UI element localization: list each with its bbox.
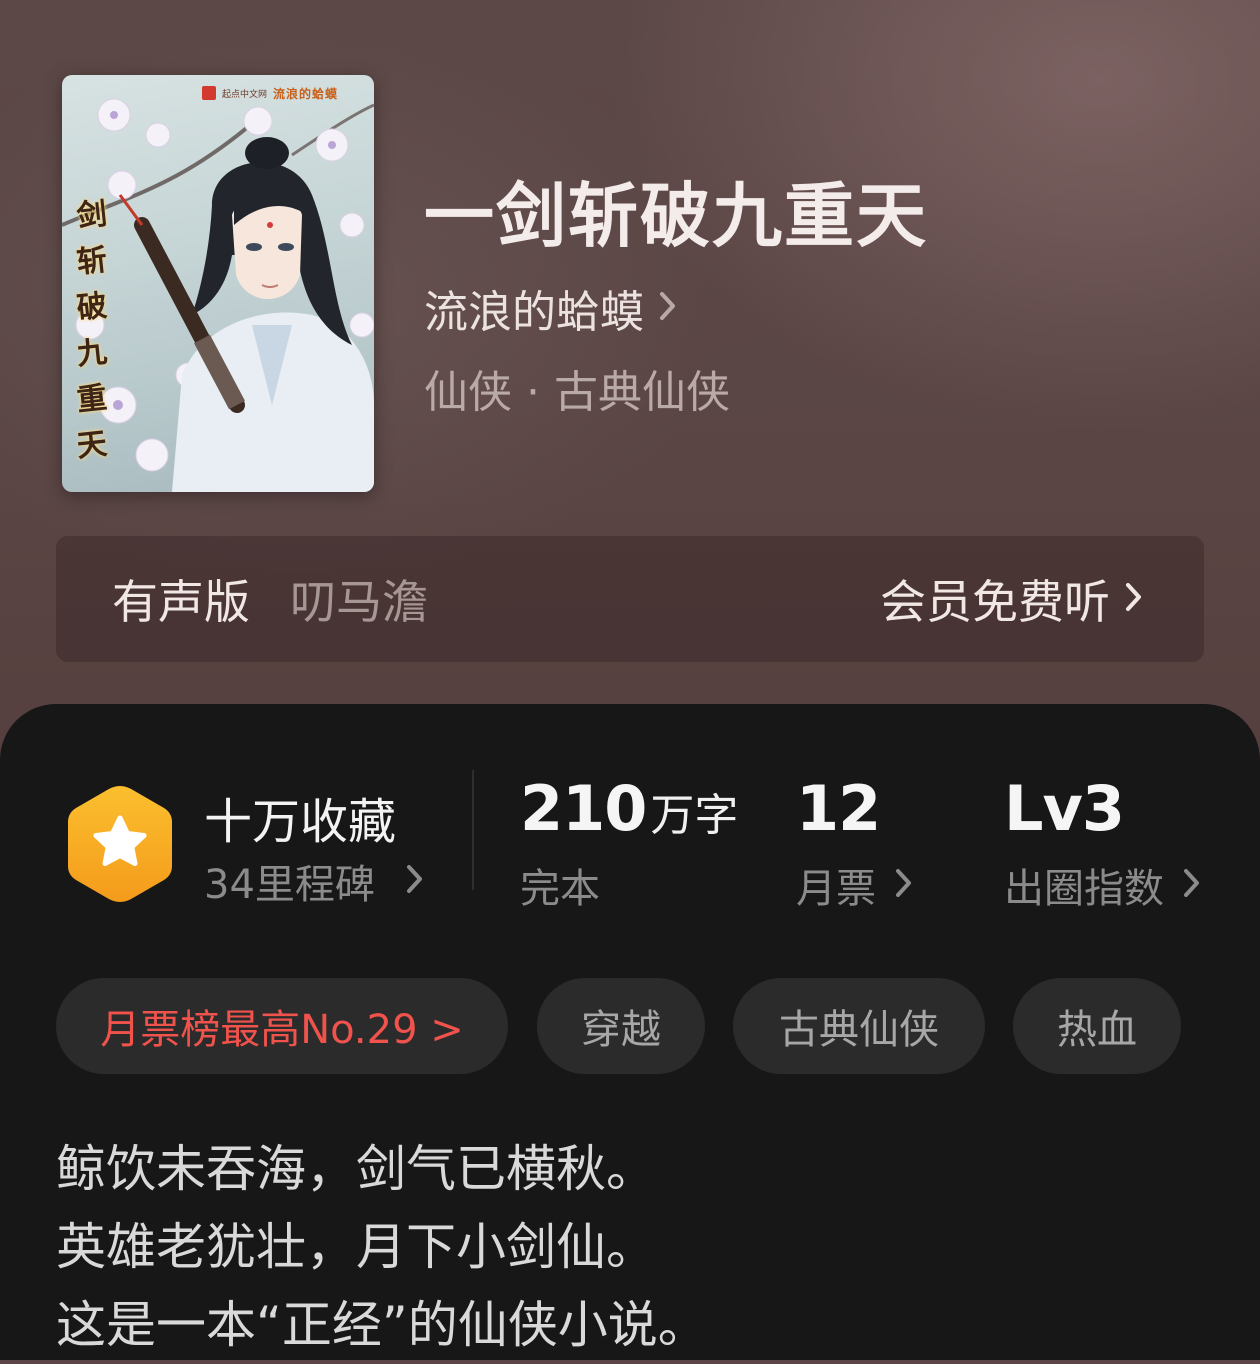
- tag-chip[interactable]: 古典仙侠: [733, 978, 985, 1074]
- influence-index-stat[interactable]: Lv3 出圈指数: [1004, 772, 1199, 912]
- word-count-value: 210: [520, 772, 647, 845]
- cover-title-char: 剑: [75, 196, 109, 235]
- tag-chip[interactable]: 热血: [1013, 978, 1181, 1074]
- milestones-label: 34里程碑: [204, 862, 375, 908]
- member-free-listen-button[interactable]: 会员免费听: [880, 566, 1144, 632]
- influence-index-label: 出圈指数: [1004, 866, 1164, 912]
- cover-title-char: 九: [75, 334, 109, 373]
- cover-vertical-title: 剑 斩 破 九 重 天: [68, 193, 116, 469]
- word-count-unit: 万字: [650, 790, 739, 841]
- chevron-right-icon: [894, 866, 914, 904]
- stats-divider: [472, 770, 474, 890]
- cover-title-char: 斩: [75, 242, 109, 281]
- chevron-right-icon: [1124, 580, 1144, 618]
- cover-brand-text: 起点中文网: [222, 89, 268, 100]
- influence-index-value: Lv3: [1004, 772, 1125, 845]
- description-line: 英雄老犹壮，月下小剑仙。: [56, 1218, 656, 1276]
- chevron-right-icon: [405, 862, 425, 900]
- cover-brand: 起点中文网 流浪的蛤蟆: [202, 83, 338, 103]
- monthly-ticket-label: 月票: [796, 866, 876, 912]
- monthly-ticket-stat[interactable]: 12 月票: [796, 772, 911, 912]
- book-title: 一剑斩破九重天: [424, 174, 928, 257]
- author-link[interactable]: 流浪的蛤蟆: [424, 276, 678, 340]
- monthly-ticket-rank-tag[interactable]: 月票榜最高No.29 >: [56, 978, 508, 1074]
- genre-label: 仙侠 · 古典仙侠: [424, 367, 730, 418]
- cover-title-char: 重: [75, 380, 109, 419]
- chevron-right-icon: [658, 289, 678, 327]
- favorites-count: 十万收藏: [204, 794, 397, 850]
- word-count-stat: 210 万字 完本: [520, 772, 739, 912]
- book-description[interactable]: 鲸饮未吞海，剑气已横秋。 英雄老犹壮，月下小剑仙。 这是一本“正经”的仙侠小说。: [56, 1130, 1206, 1364]
- author-name: 流浪的蛤蟆: [424, 287, 644, 338]
- star-hexagon-icon[interactable]: [64, 782, 176, 910]
- description-line: 这是一本“正经”的仙侠小说。: [56, 1296, 708, 1354]
- chevron-right-icon: [1182, 866, 1202, 904]
- audio-version-bar[interactable]: 有声版 叨马澹 会员免费听: [56, 536, 1204, 662]
- description-line: 鲸饮未吞海，剑气已横秋。: [56, 1140, 656, 1198]
- tag-chip[interactable]: 穿越: [537, 978, 705, 1074]
- cover-brand-title: 流浪的蛤蟆: [273, 86, 339, 101]
- brand-logo-icon: [202, 86, 216, 100]
- audio-narrator: 叨马澹: [290, 575, 428, 629]
- book-cover[interactable]: 起点中文网 流浪的蛤蟆 剑 斩 破 九 重 天: [62, 75, 374, 492]
- cover-title-char: 天: [75, 426, 109, 465]
- audio-version-label: 有声版: [112, 575, 250, 629]
- completion-status: 完本: [520, 866, 600, 912]
- monthly-ticket-value: 12: [796, 772, 881, 845]
- member-free-listen-label: 会员免费听: [880, 575, 1110, 629]
- milestones-link[interactable]: 34里程碑: [204, 852, 425, 910]
- cover-title-char: 破: [75, 288, 109, 327]
